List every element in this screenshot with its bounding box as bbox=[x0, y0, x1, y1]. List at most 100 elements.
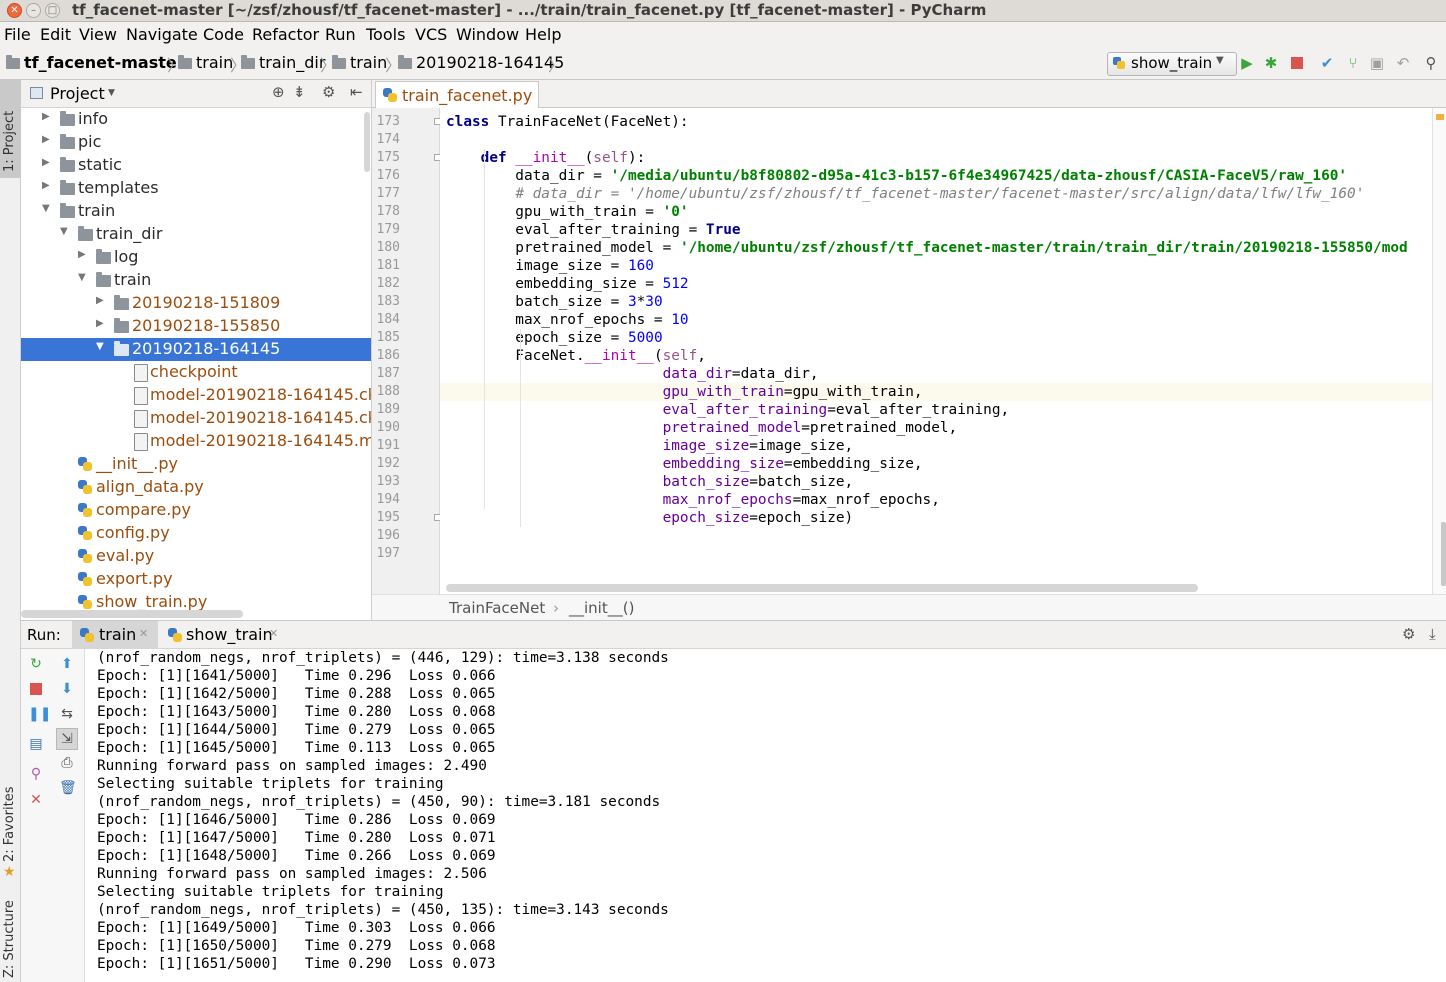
run-configuration-select[interactable]: show_train ▼ bbox=[1107, 52, 1237, 76]
maximize-window-button[interactable]: □ bbox=[45, 3, 60, 18]
stop-icon[interactable] bbox=[28, 681, 44, 697]
chevron-right-icon[interactable]: ▶ bbox=[42, 111, 50, 122]
breadcrumb-run-folder[interactable]: 20190218-164145 bbox=[398, 53, 564, 72]
tree-file[interactable]: model-20190218-164145.ckpt-0 bbox=[21, 407, 371, 430]
tree-folder[interactable]: ▶ pic bbox=[21, 131, 371, 154]
chevron-right-icon[interactable]: ▶ bbox=[78, 249, 86, 260]
vcs-commit-icon[interactable]: ⑂ bbox=[1344, 54, 1362, 72]
chevron-right-icon[interactable]: ▶ bbox=[42, 180, 50, 191]
tree-folder[interactable]: ▼ train bbox=[21, 200, 371, 223]
breadcrumb-class[interactable]: TrainFaceNet bbox=[449, 599, 545, 617]
chevron-right-icon[interactable]: ▶ bbox=[96, 318, 104, 329]
tree-file[interactable]: model-20190218-164145.meta bbox=[21, 430, 371, 453]
chevron-down-icon[interactable]: ▼ bbox=[42, 203, 50, 214]
trash-icon[interactable]: 🗑 bbox=[59, 780, 77, 796]
close-icon[interactable]: ✕ bbox=[269, 627, 278, 640]
tree-folder[interactable]: ▼ 20190218-164145 bbox=[21, 338, 371, 361]
breadcrumb-project[interactable]: tf_facenet-master bbox=[6, 53, 185, 72]
tree-folder[interactable]: ▶ templates bbox=[21, 177, 371, 200]
vcs-history-icon[interactable]: ▣ bbox=[1368, 54, 1386, 72]
chevron-down-icon[interactable]: ▼ bbox=[96, 341, 104, 352]
chevron-right-icon[interactable]: ▶ bbox=[42, 134, 50, 145]
tree-file[interactable]: align_data.py bbox=[21, 476, 371, 499]
debug-icon[interactable]: ✱ bbox=[1262, 54, 1280, 72]
soft-wrap-icon[interactable]: ⇆ bbox=[59, 706, 75, 722]
breadcrumb-separator: 〉 bbox=[548, 56, 565, 75]
tree-folder[interactable]: ▶ static bbox=[21, 154, 371, 177]
tree-file[interactable]: model-20190218-164145.ckpt-0 bbox=[21, 384, 371, 407]
tree-file[interactable]: __init__.py bbox=[21, 453, 371, 476]
breadcrumb-train-sub[interactable]: train bbox=[332, 53, 387, 72]
menu-tools[interactable]: Tools bbox=[366, 25, 405, 44]
search-icon[interactable]: ⚲ bbox=[1422, 54, 1440, 72]
project-horizontal-scrollbar[interactable] bbox=[21, 610, 243, 618]
vcs-update-icon[interactable]: ✔ bbox=[1318, 54, 1336, 72]
revert-icon[interactable]: ↶ bbox=[1394, 54, 1412, 72]
breadcrumb-train[interactable]: train bbox=[178, 53, 233, 72]
close-window-button[interactable]: ✕ bbox=[7, 3, 22, 18]
menu-window[interactable]: Window bbox=[456, 25, 519, 44]
scroll-down-icon[interactable]: ⬇ bbox=[59, 681, 75, 697]
tree-folder[interactable]: ▶ info bbox=[21, 108, 371, 131]
run-console[interactable]: (nrof_random_negs, nrof_triplets) = (446… bbox=[85, 649, 1446, 982]
chevron-right-icon[interactable]: ▶ bbox=[42, 157, 50, 168]
tree-file[interactable]: eval.py bbox=[21, 545, 371, 568]
scroll-up-icon[interactable]: ⬆ bbox=[59, 656, 75, 672]
menu-edit[interactable]: Edit bbox=[40, 25, 71, 44]
tool-tab-structure[interactable]: Z: Structure bbox=[0, 892, 21, 982]
chevron-down-icon[interactable]: ▼ bbox=[108, 88, 115, 98]
menu-navigate[interactable]: Navigate bbox=[126, 25, 198, 44]
close-icon[interactable]: ✕ bbox=[28, 792, 44, 808]
rerun-icon[interactable]: ↻ bbox=[28, 656, 44, 672]
print-icon[interactable]: ⎙ bbox=[59, 755, 75, 771]
pause-icon[interactable]: ❚❚ bbox=[28, 706, 51, 722]
tree-file[interactable]: config.py bbox=[21, 522, 371, 545]
chevron-down-icon[interactable]: ▼ bbox=[60, 226, 68, 237]
breadcrumb-method[interactable]: __init__() bbox=[569, 599, 634, 617]
menu-refactor[interactable]: Refactor bbox=[252, 25, 319, 44]
tree-folder[interactable]: ▶ 20190218-151809 bbox=[21, 292, 371, 315]
collapse-all-icon[interactable]: ⇟ bbox=[293, 83, 306, 101]
tool-tab-project[interactable]: 1: Project bbox=[0, 80, 21, 178]
gear-icon[interactable]: ⚙ bbox=[1402, 625, 1415, 643]
tree-file[interactable]: compare.py bbox=[21, 499, 371, 522]
project-vertical-scrollbar[interactable] bbox=[364, 112, 370, 172]
locate-file-icon[interactable]: ⊕ bbox=[272, 83, 285, 101]
editor-tab-train-facenet[interactable]: train_facenet.py bbox=[375, 81, 539, 109]
pin-icon[interactable]: ⚲ bbox=[28, 766, 44, 782]
editor-horizontal-scrollbar[interactable] bbox=[446, 584, 1198, 592]
menu-view[interactable]: View bbox=[79, 25, 117, 44]
editor-vertical-scrollbar[interactable] bbox=[1441, 522, 1446, 586]
menu-code[interactable]: Code bbox=[203, 25, 244, 44]
menu-vcs[interactable]: VCS bbox=[415, 25, 447, 44]
tree-folder[interactable]: ▼ train_dir bbox=[21, 223, 371, 246]
menu-help[interactable]: Help bbox=[525, 25, 561, 44]
tree-folder[interactable]: ▼ train bbox=[21, 269, 371, 292]
line-number: 187 bbox=[376, 366, 400, 381]
tree-folder[interactable]: ▶ log bbox=[21, 246, 371, 269]
stop-icon[interactable] bbox=[1288, 54, 1306, 72]
hide-panel-icon[interactable]: ⇤ bbox=[350, 83, 363, 101]
run-tab-show-train[interactable]: show_train ✕ bbox=[162, 621, 284, 649]
code-line: # data_dir = '/home/ubuntu/zsf/zhousf/tf… bbox=[515, 186, 1365, 202]
tool-tab-favorites[interactable]: 2: Favorites ★ bbox=[0, 780, 21, 880]
menu-run[interactable]: Run bbox=[325, 25, 356, 44]
close-icon[interactable]: ✕ bbox=[139, 627, 148, 640]
project-view-title[interactable]: Project bbox=[50, 84, 105, 103]
tree-folder[interactable]: ▶ 20190218-155850 bbox=[21, 315, 371, 338]
chevron-right-icon[interactable]: ▶ bbox=[96, 295, 104, 306]
code-editor[interactable]: class TrainFaceNet(FaceNet): def __init_… bbox=[440, 108, 1440, 586]
tree-file[interactable]: checkpoint bbox=[21, 361, 371, 384]
run-tab-train[interactable]: train ✕ bbox=[72, 621, 158, 649]
chevron-down-icon[interactable]: ▼ bbox=[78, 272, 86, 283]
menu-file[interactable]: File bbox=[4, 25, 31, 44]
scroll-to-end-toggle[interactable]: ⇲ bbox=[56, 728, 78, 750]
tree-file[interactable]: export.py bbox=[21, 568, 371, 591]
run-icon[interactable]: ▶ bbox=[1238, 54, 1256, 72]
gear-icon[interactable]: ⚙ bbox=[322, 83, 335, 101]
hide-panel-icon[interactable]: ⤓ bbox=[1429, 625, 1436, 643]
minimize-window-button[interactable]: – bbox=[26, 3, 41, 18]
breadcrumb-train-dir[interactable]: train_dir bbox=[241, 53, 325, 72]
line-number: 191 bbox=[376, 438, 400, 453]
restore-layout-icon[interactable]: ▤ bbox=[28, 736, 44, 752]
